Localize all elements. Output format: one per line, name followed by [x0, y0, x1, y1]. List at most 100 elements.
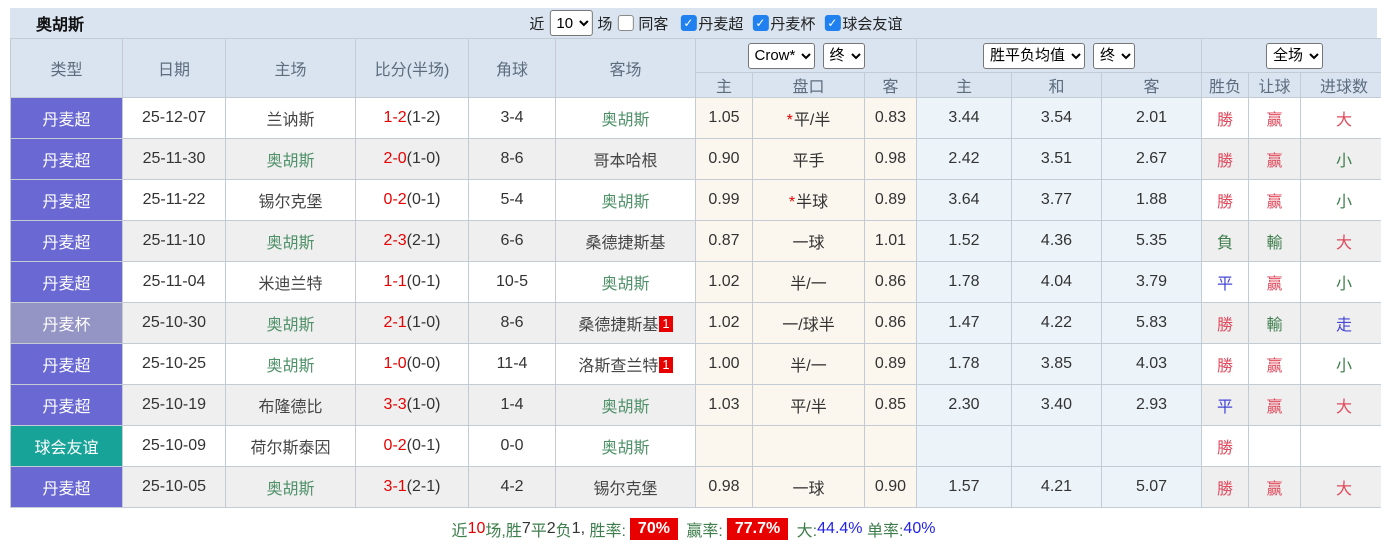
summary-segment: 70% [630, 518, 678, 540]
summary-segment: 77.7% [727, 518, 788, 540]
mean-group-header: 胜平负均值终 [917, 39, 1202, 73]
mean-home-cell: 2.30 [917, 385, 1012, 426]
home-team-cell: 荷尔斯泰因 [226, 426, 356, 467]
match-row: 丹麦超25-10-19布隆德比3-3(1-0)1-4奥胡斯1.03平/半0.85… [11, 385, 1381, 426]
mean-type-select[interactable]: 胜平负均值 [983, 43, 1085, 69]
handicap-result-cell: 赢 [1249, 262, 1301, 303]
home-odds-cell: 0.87 [696, 221, 753, 262]
home-team-cell: 奥胡斯 [226, 344, 356, 385]
league-type-cell: 丹麦超 [11, 385, 123, 426]
goals-result-cell: 大 [1301, 98, 1381, 139]
handicap-cell: 半/一 [753, 262, 865, 303]
mean-home-cell [917, 426, 1012, 467]
away-team-cell: 奥胡斯 [556, 426, 696, 467]
filter-checkbox[interactable]: ✓ [752, 15, 768, 31]
mean-draw-cell: 4.36 [1012, 221, 1102, 262]
same-venue-checkbox[interactable] [617, 15, 633, 31]
handicap-cell: 一球 [753, 467, 865, 508]
date-cell: 25-11-22 [123, 180, 226, 221]
handicap-result-cell: 赢 [1249, 385, 1301, 426]
away-odds-cell [865, 426, 917, 467]
away-team-cell: 桑德捷斯基 [556, 221, 696, 262]
league-type-cell: 丹麦超 [11, 139, 123, 180]
result-cell: 平 [1202, 262, 1249, 303]
mean-draw-cell: 3.40 [1012, 385, 1102, 426]
filter-label: 丹麦超 [698, 13, 743, 34]
match-row: 丹麦超25-12-07兰讷斯1-2(1-2)3-4奥胡斯1.05*平/半0.83… [11, 98, 1381, 139]
score-cell: 1-2(1-2) [356, 98, 469, 139]
halftime-score: (2-1) [407, 478, 441, 495]
result-cell: 平 [1202, 385, 1249, 426]
note-badge[interactable]: 1 [659, 316, 672, 332]
league-type-cell: 丹麦超 [11, 467, 123, 508]
league-type-cell: 球会友谊 [11, 426, 123, 467]
away-team-cell: 锡尔克堡 [556, 467, 696, 508]
away-odds-cell: 0.90 [865, 467, 917, 508]
mean-draw-cell: 3.51 [1012, 139, 1102, 180]
fulltime-score: 2-1 [384, 314, 407, 331]
halftime-score: (2-1) [407, 232, 441, 249]
match-row: 丹麦超25-10-25奥胡斯1-0(0-0)11-4洛斯查兰特11.00半/一0… [11, 344, 1381, 385]
away-odds-cell: 0.98 [865, 139, 917, 180]
match-row: 丹麦超25-11-04米迪兰特1-1(0-1)10-5奥胡斯1.02半/一0.8… [11, 262, 1381, 303]
handicap-result-cell: 赢 [1249, 139, 1301, 180]
home-odds-cell: 1.00 [696, 344, 753, 385]
mean-away-cell [1102, 426, 1202, 467]
mean-home-cell: 2.42 [917, 139, 1012, 180]
mean-away-cell: 2.67 [1102, 139, 1202, 180]
home-odds-cell: 1.02 [696, 262, 753, 303]
summary-segment: 大: [792, 517, 817, 541]
date-cell: 25-11-04 [123, 262, 226, 303]
match-row: 丹麦杯25-10-30奥胡斯2-1(1-0)8-6桑德捷斯基11.02一/球半0… [11, 303, 1381, 344]
home-odds-cell: 0.99 [696, 180, 753, 221]
halftime-score: (1-2) [407, 109, 441, 126]
home-odds-cell: 1.05 [696, 98, 753, 139]
match-table: 类型 日期 主场 比分(半场) 角球 客场 Crow*终 胜平负均值终 全场 主… [10, 38, 1381, 508]
odds-group-header: Crow* 终 [696, 39, 917, 73]
recent-count-select[interactable]: 10 [549, 10, 592, 36]
corner-cell: 4-2 [469, 467, 556, 508]
away-team-cell: 桑德捷斯基1 [556, 303, 696, 344]
odds-company-select[interactable]: Crow* [748, 43, 815, 69]
filter-checkbox[interactable]: ✓ [824, 15, 840, 31]
sub-header-mean-draw: 和 [1012, 73, 1102, 98]
goals-result-cell: 小 [1301, 262, 1381, 303]
corner-cell: 6-6 [469, 221, 556, 262]
mean-away-cell: 2.93 [1102, 385, 1202, 426]
handicap-cell: 半/一 [753, 344, 865, 385]
col-header-date: 日期 [123, 39, 226, 98]
scope-select[interactable]: 全场 [1266, 43, 1323, 69]
corner-cell: 0-0 [469, 426, 556, 467]
handicap-result-cell [1249, 426, 1301, 467]
mean-home-cell: 1.47 [917, 303, 1012, 344]
away-odds-cell: 0.89 [865, 344, 917, 385]
score-cell: 3-3(1-0) [356, 385, 469, 426]
mean-time-select[interactable]: 终 [1093, 43, 1135, 69]
handicap-cell: 一球 [753, 221, 865, 262]
result-cell: 勝 [1202, 303, 1249, 344]
mean-away-cell: 3.79 [1102, 262, 1202, 303]
note-badge[interactable]: 1 [659, 357, 672, 373]
summary-segment: 2 [547, 520, 556, 538]
home-odds-cell: 0.98 [696, 467, 753, 508]
filter-checkbox[interactable]: ✓ [680, 15, 696, 31]
col-header-away: 客场 [556, 39, 696, 98]
league-type-cell: 丹麦超 [11, 180, 123, 221]
away-team-cell: 洛斯查兰特1 [556, 344, 696, 385]
match-table-body: 丹麦超25-12-07兰讷斯1-2(1-2)3-4奥胡斯1.05*平/半0.83… [11, 98, 1381, 508]
mean-draw-cell: 3.77 [1012, 180, 1102, 221]
score-cell: 1-1(0-1) [356, 262, 469, 303]
odds-time-select[interactable]: 终 [823, 43, 865, 69]
corner-cell: 10-5 [469, 262, 556, 303]
goals-result-cell: 大 [1301, 467, 1381, 508]
away-team-cell: 奥胡斯 [556, 262, 696, 303]
live-star-icon: * [787, 112, 793, 129]
handicap-cell: 平手 [753, 139, 865, 180]
goals-result-cell [1301, 426, 1381, 467]
date-cell: 25-10-25 [123, 344, 226, 385]
summary-segment: 单率: [863, 517, 904, 541]
handicap-cell: 一/球半 [753, 303, 865, 344]
mean-draw-cell [1012, 426, 1102, 467]
mean-home-cell: 1.52 [917, 221, 1012, 262]
mean-draw-cell: 3.85 [1012, 344, 1102, 385]
